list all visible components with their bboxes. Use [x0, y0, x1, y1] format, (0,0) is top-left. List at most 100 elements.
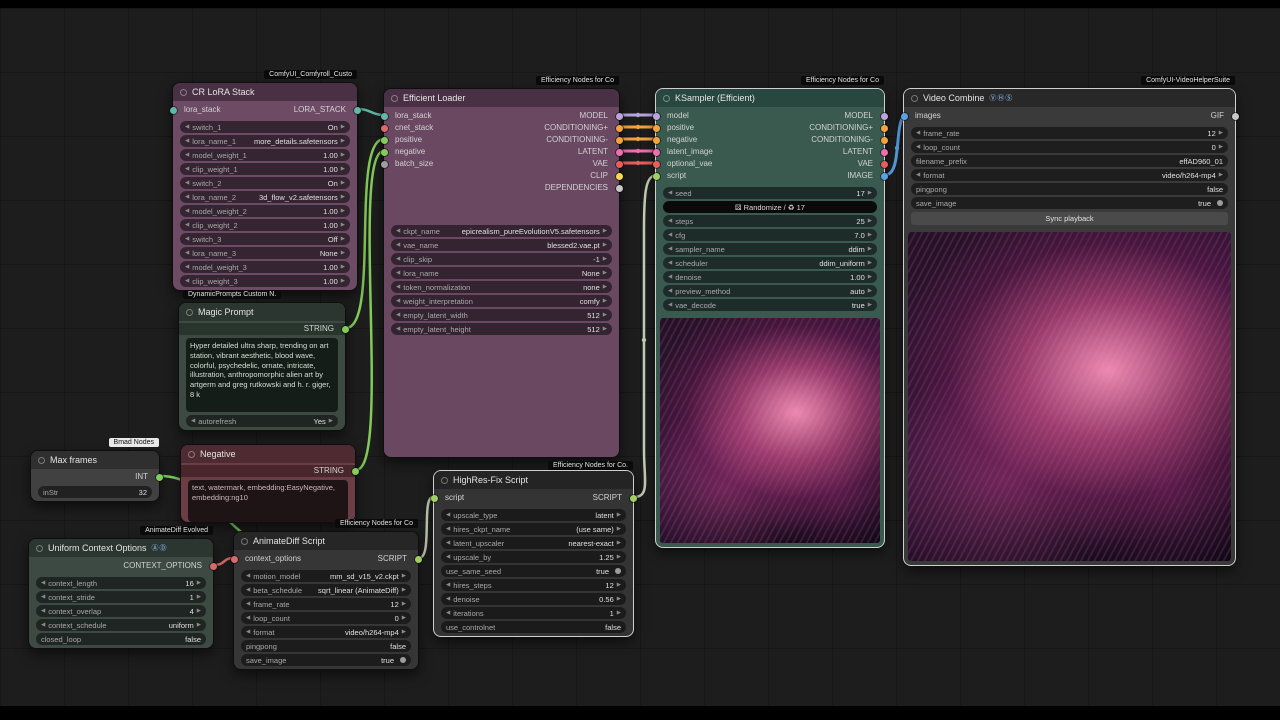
increment-arrow[interactable]: ▶ — [329, 418, 333, 424]
decrement-arrow[interactable]: ◀ — [185, 124, 189, 130]
decrement-arrow[interactable]: ◀ — [246, 587, 250, 593]
node-magic-prompt[interactable]: DynamicPrompts Custom N. Magic Prompt ST… — [178, 302, 346, 431]
widget-beta-schedule[interactable]: ◀beta_schedulesqrt_linear (AnimateDiff)▶ — [241, 584, 411, 596]
node-titlebar[interactable]: Negative — [181, 445, 355, 463]
decrement-arrow[interactable]: ◀ — [668, 218, 672, 224]
widget-lora-name-3[interactable]: ◀lora_name_3None▶ — [180, 247, 350, 259]
increment-arrow[interactable]: ▶ — [603, 298, 607, 304]
output-slot-lora-stack[interactable] — [354, 107, 361, 114]
input-slot-negative[interactable] — [381, 149, 388, 156]
output-slot-dependencies[interactable] — [616, 185, 623, 192]
widget-context-overlap[interactable]: ◀context_overlap4▶ — [36, 605, 206, 617]
increment-arrow[interactable]: ▶ — [341, 166, 345, 172]
increment-arrow[interactable]: ▶ — [617, 540, 621, 546]
increment-arrow[interactable]: ▶ — [341, 250, 345, 256]
decrement-arrow[interactable]: ◀ — [916, 172, 920, 178]
widget-save-image[interactable]: save_imagetrue — [911, 197, 1228, 209]
decrement-arrow[interactable]: ◀ — [396, 228, 400, 234]
toggle-icon[interactable] — [615, 568, 621, 574]
widget-model-weight-1[interactable]: ◀model_weight_11.00▶ — [180, 149, 350, 161]
widget-vae-decode[interactable]: ◀vae_decodetrue▶ — [663, 299, 877, 311]
widget-preview-method[interactable]: ◀preview_methodauto▶ — [663, 285, 877, 297]
widget-token-normalization[interactable]: ◀token_normalizationnone▶ — [391, 281, 612, 293]
widget-autorefresh[interactable]: ◀autorefreshYes▶ — [186, 415, 338, 427]
widget-upscale-by[interactable]: ◀upscale_by1.25▶ — [441, 551, 626, 563]
collapse-icon[interactable] — [241, 538, 248, 545]
node-titlebar[interactable]: Uniform Context Options ⒶⒹ — [29, 539, 213, 557]
decrement-arrow[interactable]: ◀ — [916, 130, 920, 136]
widget-empty-latent-width[interactable]: ◀empty_latent_width512▶ — [391, 309, 612, 321]
decrement-arrow[interactable]: ◀ — [396, 242, 400, 248]
increment-arrow[interactable]: ▶ — [617, 582, 621, 588]
output-slot-conditioning-plus[interactable] — [881, 125, 888, 132]
widget-steps[interactable]: ◀steps25▶ — [663, 215, 877, 227]
widget-frame-rate[interactable]: ◀frame_rate12▶ — [911, 127, 1228, 139]
output-slot-model[interactable] — [616, 113, 623, 120]
widget-motion-model[interactable]: ◀motion_modelmm_sd_v15_v2.ckpt▶ — [241, 570, 411, 582]
widget-model-weight-2[interactable]: ◀model_weight_21.00▶ — [180, 205, 350, 217]
widget-clip-weight-1[interactable]: ◀clip_weight_11.00▶ — [180, 163, 350, 175]
increment-arrow[interactable]: ▶ — [197, 608, 201, 614]
widget-iterations[interactable]: ◀iterations1▶ — [441, 607, 626, 619]
output-slot-vae[interactable] — [616, 161, 623, 168]
increment-arrow[interactable]: ▶ — [341, 152, 345, 158]
increment-arrow[interactable]: ▶ — [603, 228, 607, 234]
decrement-arrow[interactable]: ◀ — [446, 596, 450, 602]
increment-arrow[interactable]: ▶ — [1219, 130, 1223, 136]
decrement-arrow[interactable]: ◀ — [668, 274, 672, 280]
input-slot-positive[interactable] — [381, 137, 388, 144]
node-efficient-loader[interactable]: Efficiency Nodes for Co Efficient Loader… — [383, 88, 620, 458]
decrement-arrow[interactable]: ◀ — [246, 601, 250, 607]
widget-lora-name-2[interactable]: ◀lora_name_23d_flow_v2.safetensors▶ — [180, 191, 350, 203]
decrement-arrow[interactable]: ◀ — [668, 260, 672, 266]
increment-arrow[interactable]: ▶ — [197, 594, 201, 600]
increment-arrow[interactable]: ▶ — [341, 124, 345, 130]
widget-scheduler[interactable]: ◀schedulerddim_uniform▶ — [663, 257, 877, 269]
increment-arrow[interactable]: ▶ — [402, 629, 406, 635]
node-titlebar[interactable]: CR LoRA Stack — [173, 83, 357, 101]
decrement-arrow[interactable]: ◀ — [185, 166, 189, 172]
increment-arrow[interactable]: ▶ — [341, 138, 345, 144]
node-titlebar[interactable]: HighRes-Fix Script — [434, 471, 633, 489]
increment-arrow[interactable]: ▶ — [402, 587, 406, 593]
widget-vae-name[interactable]: ◀vae_nameblessed2.vae.pt▶ — [391, 239, 612, 251]
increment-arrow[interactable]: ▶ — [341, 222, 345, 228]
increment-arrow[interactable]: ▶ — [868, 274, 872, 280]
collapse-icon[interactable] — [391, 95, 398, 102]
widget-empty-latent-height[interactable]: ◀empty_latent_height512▶ — [391, 323, 612, 335]
widget-sampler-name[interactable]: ◀sampler_nameddim▶ — [663, 243, 877, 255]
increment-arrow[interactable]: ▶ — [402, 573, 406, 579]
decrement-arrow[interactable]: ◀ — [396, 284, 400, 290]
increment-arrow[interactable]: ▶ — [341, 236, 345, 242]
decrement-arrow[interactable]: ◀ — [185, 264, 189, 270]
widget-clip-weight-3[interactable]: ◀clip_weight_31.00▶ — [180, 275, 350, 287]
increment-arrow[interactable]: ▶ — [1219, 172, 1223, 178]
decrement-arrow[interactable]: ◀ — [41, 608, 45, 614]
widget-switch-1[interactable]: ◀switch_1On▶ — [180, 121, 350, 133]
increment-arrow[interactable]: ▶ — [868, 190, 872, 196]
decrement-arrow[interactable]: ◀ — [916, 144, 920, 150]
decrement-arrow[interactable]: ◀ — [191, 418, 195, 424]
widget-latent-upscaler[interactable]: ◀latent_upscalernearest-exact▶ — [441, 537, 626, 549]
widget-clip-skip[interactable]: ◀clip_skip-1▶ — [391, 253, 612, 265]
widget-weight-interpretation[interactable]: ◀weight_interpretationcomfy▶ — [391, 295, 612, 307]
output-slot-image[interactable] — [881, 173, 888, 180]
widget-model-weight-3[interactable]: ◀model_weight_31.00▶ — [180, 261, 350, 273]
increment-arrow[interactable]: ▶ — [617, 610, 621, 616]
output-slot-conditioning-minus[interactable] — [616, 137, 623, 144]
input-slot-batch-size[interactable] — [381, 161, 388, 168]
widget-cfg[interactable]: ◀cfg7.0▶ — [663, 229, 877, 241]
increment-arrow[interactable]: ▶ — [603, 242, 607, 248]
decrement-arrow[interactable]: ◀ — [246, 573, 250, 579]
widget-lora-name-1[interactable]: ◀lora_name_1more_details.safetensors▶ — [180, 135, 350, 147]
increment-arrow[interactable]: ▶ — [868, 218, 872, 224]
toggle-icon[interactable] — [400, 657, 406, 663]
collapse-icon[interactable] — [186, 309, 193, 316]
collapse-icon[interactable] — [188, 451, 195, 458]
decrement-arrow[interactable]: ◀ — [668, 232, 672, 238]
increment-arrow[interactable]: ▶ — [402, 601, 406, 607]
increment-arrow[interactable]: ▶ — [868, 260, 872, 266]
decrement-arrow[interactable]: ◀ — [396, 312, 400, 318]
increment-arrow[interactable]: ▶ — [617, 554, 621, 560]
node-titlebar[interactable]: AnimateDiff Script — [234, 532, 418, 550]
